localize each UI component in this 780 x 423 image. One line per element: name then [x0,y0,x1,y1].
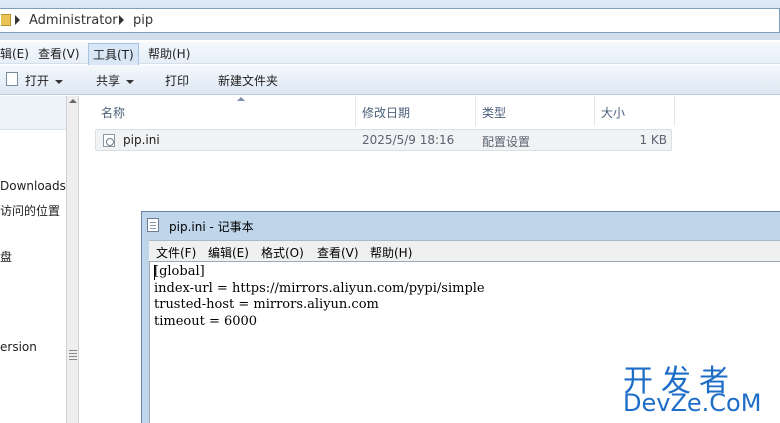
notepad-menu-edit[interactable]: 编辑(E) [208,244,249,261]
nav-scrollbar[interactable] [66,96,79,423]
nav-item-version[interactable]: ersion [0,340,37,354]
nav-item-drive[interactable]: 盘 [0,248,12,265]
menu-bar: 辑(E) 查看(V) 工具(T) 帮助(H) [0,42,780,66]
chevron-right-icon[interactable] [15,15,20,25]
menu-edit[interactable]: 辑(E) [0,45,29,62]
column-type-label: 类型 [482,106,507,120]
file-row-pip-ini[interactable]: pip.ini 2025/5/9 18:16 配置设置 1 KB [95,129,672,151]
share-button[interactable]: 共享 [96,72,135,89]
notepad-menu-bar: 文件(F) 编辑(E) 格式(O) 查看(V) 帮助(H) [149,240,780,261]
folder-icon [1,14,11,26]
breadcrumb-administrator[interactable]: Administrator [29,13,118,28]
notepad-icon [147,218,159,232]
file-size: 1 KB [639,133,667,147]
toolbar: 打开 共享 打印 新建文件夹 [0,65,780,95]
print-button[interactable]: 打印 [165,72,189,89]
notepad-menu-format[interactable]: 格式(O) [261,244,304,261]
nav-item-recent-places[interactable]: 访问的位置 [0,202,60,219]
menu-help[interactable]: 帮助(H) [148,45,190,62]
text-line-1: [global] [154,264,205,279]
menu-tools[interactable]: 工具(T) [88,43,139,66]
column-name-label: 名称 [101,106,126,120]
notepad-menu-file[interactable]: 文件(F) [156,244,196,261]
chevron-right-icon[interactable] [119,15,124,25]
nav-favorites-header[interactable] [0,96,66,130]
share-label: 共享 [96,74,121,88]
chevron-down-icon [55,79,64,84]
column-header-size[interactable]: 大小 [595,96,675,126]
file-type: 配置设置 [482,135,531,149]
navigation-pane: Downloads 访问的位置 盘 ersion [0,96,66,423]
scroll-grip-icon[interactable] [69,350,77,360]
column-header-modified[interactable]: 修改日期 [356,96,476,126]
new-folder-button[interactable]: 新建文件夹 [218,72,278,89]
column-modified-label: 修改日期 [362,106,411,120]
address-bar[interactable]: Administrator pip [0,8,780,33]
nav-item-downloads[interactable]: Downloads [0,179,66,193]
file-modified: 2025/5/9 18:16 [362,133,455,147]
menu-view[interactable]: 查看(V) [38,45,80,62]
config-file-icon [103,134,115,147]
column-size-label: 大小 [601,106,626,120]
notepad-title: pip.ini - 记事本 [169,220,254,234]
watermark-en: DevZe.CoM [623,389,762,417]
open-icon [6,72,18,86]
file-name: pip.ini [123,133,160,147]
open-label: 打开 [25,74,50,88]
breadcrumb-pip[interactable]: pip [133,13,153,28]
address-band: Administrator pip [0,0,780,40]
notepad-menu-help[interactable]: 帮助(H) [370,244,412,261]
column-header-type[interactable]: 类型 [476,96,595,126]
column-header-name[interactable]: 名称 [95,96,356,126]
text-line-2: index-url = https://mirrors.aliyun.com/p… [154,281,485,296]
text-line-4: timeout = 6000 [154,314,258,329]
open-button[interactable]: 打开 [25,72,64,89]
notepad-menu-view[interactable]: 查看(V) [317,244,359,261]
scroll-up-icon[interactable] [69,99,77,103]
sort-up-icon [237,97,245,101]
chevron-down-icon [126,79,135,84]
text-line-3: trusted-host = mirrors.aliyun.com [154,297,379,312]
